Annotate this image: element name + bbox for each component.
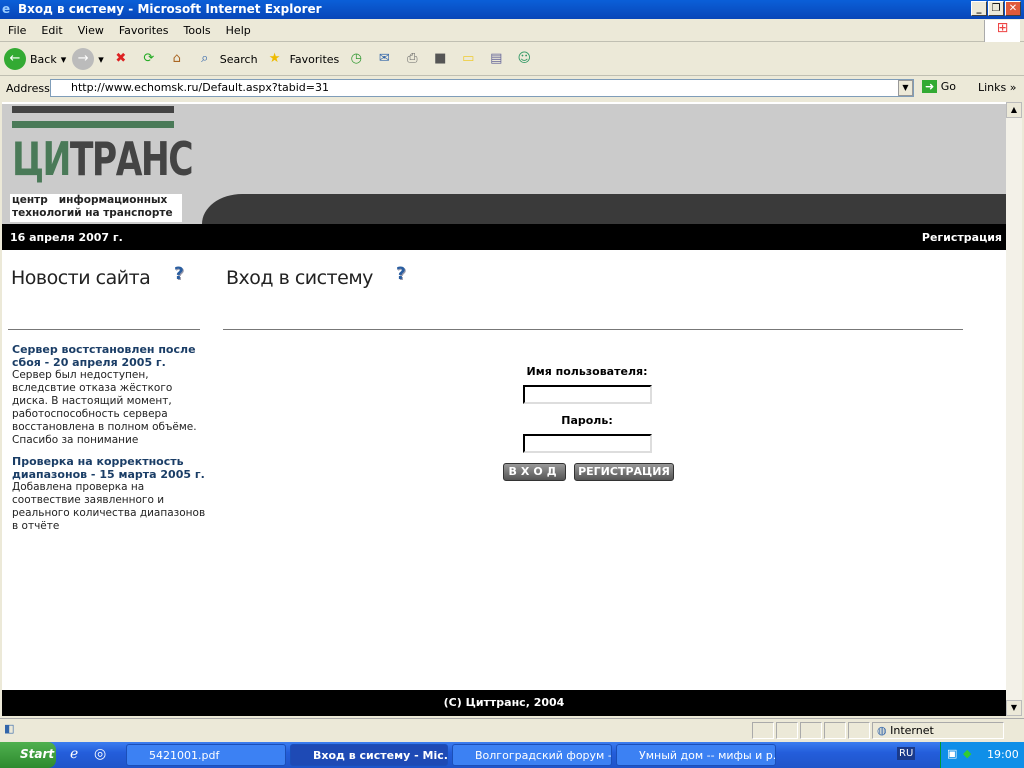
history-icon[interactable]: ◷	[345, 48, 367, 70]
toolbar: ← Back ▾ → ▾ ✖ ⟳ ⌂ ⌕ Search ★ Favorites ◷ ✉ …	[0, 43, 1024, 76]
ie-icon: e	[2, 2, 11, 16]
news-body: Добавлена проверка на соотвествие заявле…	[12, 481, 206, 532]
menu-favorites[interactable]: Favorites	[111, 20, 176, 37]
print-icon[interactable]: ⎙	[401, 48, 423, 70]
news-help-icon[interactable]: ?	[174, 264, 188, 284]
site-logo[interactable]: ЦИТРАНС центр информационных технологий н…	[10, 106, 194, 222]
favorites-label: Favorites	[289, 52, 340, 66]
links-button[interactable]: Links »	[978, 81, 1017, 94]
menu-edit[interactable]: Edit	[33, 20, 69, 37]
system-tray: ▣ ◆ 19:00	[940, 742, 1024, 768]
mail-icon[interactable]: ✉	[373, 48, 395, 70]
date-bar: 16 апреля 2007 г. Регистрация	[2, 224, 1006, 250]
status-bar: ◧ ◍ Internet	[0, 718, 1024, 740]
search-label: Search	[219, 52, 258, 66]
news-divider	[8, 329, 200, 330]
page-icon: ◧	[4, 722, 15, 735]
start-label: Start	[20, 747, 55, 761]
star-icon: ★	[268, 51, 281, 66]
header-swoosh	[202, 194, 1006, 224]
task-label: Вход в систему - Mic...	[313, 749, 448, 762]
address-input[interactable]: http://www.echomsk.ru/Default.aspx?tabid…	[50, 79, 914, 97]
security-zone: Internet	[890, 724, 934, 737]
taskbar: Start ℯ ◎ 5421001.pdf Вход в систему - M…	[0, 742, 1024, 768]
news-item: Проверка на корректность диапазонов - 15…	[12, 455, 207, 533]
login-button[interactable]: ВХОД	[503, 463, 566, 481]
refresh-icon[interactable]: ⟳	[138, 48, 160, 70]
menu-file[interactable]: File	[0, 20, 33, 37]
clock: 19:00	[987, 748, 1019, 761]
forward-button[interactable]: → ▾	[72, 48, 104, 70]
vertical-scrollbar[interactable]: ▲ ▼	[1006, 102, 1022, 716]
globe-icon: ◍	[877, 724, 887, 737]
tray-network-icon[interactable]: ◆	[963, 747, 971, 760]
page-content: ЦИТРАНС центр информационных технологий н…	[2, 102, 1006, 716]
minimize-button[interactable]: _	[971, 1, 987, 16]
tray-icon[interactable]: ▣	[947, 747, 957, 760]
restore-button[interactable]: ❐	[988, 1, 1004, 16]
close-button[interactable]: ✕	[1005, 1, 1021, 16]
address-label: Address	[6, 81, 50, 95]
address-url: http://www.echomsk.ru/Default.aspx?tabid…	[71, 81, 329, 94]
address-bar: Address http://www.echomsk.ru/Default.as…	[0, 77, 1024, 99]
taskbar-item-pdf[interactable]: 5421001.pdf	[126, 744, 286, 766]
search-button[interactable]: ⌕ Search	[194, 48, 258, 70]
windows-logo-icon: ⊞	[984, 20, 1020, 42]
task-label: Волгоградский форум -...	[475, 749, 612, 762]
news-item: Сервер востстановлен после сбоя - 20 апр…	[12, 343, 207, 447]
taskbar-item-smarthome[interactable]: Умный дом -- мифы и р...	[616, 744, 776, 766]
password-label: Пароль:	[561, 414, 613, 427]
ie-quicklaunch-icon[interactable]: ℯ	[70, 746, 78, 762]
address-dropdown[interactable]: ▼	[898, 80, 913, 96]
login-heading: Вход в систему	[226, 267, 373, 289]
news-title[interactable]: Сервер востстановлен после сбоя - 20 апр…	[12, 343, 207, 369]
menu-tools[interactable]: Tools	[176, 20, 218, 37]
back-button[interactable]: ← Back ▾	[4, 48, 66, 70]
scroll-down-button[interactable]: ▼	[1006, 700, 1022, 716]
note-icon[interactable]: ▭	[457, 48, 479, 70]
current-date: 16 апреля 2007 г.	[10, 231, 123, 244]
password-input[interactable]	[523, 434, 652, 453]
stop-icon[interactable]: ✖	[110, 48, 132, 70]
username-label: Имя пользователя:	[526, 365, 648, 378]
site-footer: (C) Циттранс, 2004	[2, 690, 1006, 716]
outlook-quicklaunch-icon[interactable]: ◎	[94, 746, 106, 762]
menu-help[interactable]: Help	[218, 20, 258, 37]
start-button[interactable]: Start	[0, 742, 56, 768]
taskbar-item-login[interactable]: Вход в систему - Mic...	[290, 744, 448, 766]
research-icon[interactable]: ▤	[485, 48, 507, 70]
news-heading: Новости сайта	[11, 267, 151, 289]
back-label: Back	[30, 52, 57, 66]
window-title: Вход в систему - Microsoft Internet Expl…	[18, 2, 322, 16]
login-divider	[223, 329, 963, 330]
forward-arrow-icon: →	[72, 48, 95, 70]
search-icon: ⌕	[201, 51, 209, 66]
register-link[interactable]: Регистрация	[922, 231, 1002, 244]
home-icon[interactable]: ⌂	[166, 48, 188, 70]
back-arrow-icon: ←	[4, 48, 26, 70]
go-label: Go	[940, 80, 956, 93]
title-bar: e Вход в систему - Microsoft Internet Ex…	[0, 0, 1024, 19]
news-title[interactable]: Проверка на корректность диапазонов - 15…	[12, 455, 207, 481]
username-input[interactable]	[523, 385, 652, 404]
task-label: 5421001.pdf	[149, 749, 220, 762]
menu-view[interactable]: View	[70, 20, 111, 37]
register-button[interactable]: РЕГИСТРАЦИЯ	[574, 463, 674, 481]
go-button[interactable]: ➜ Go	[922, 80, 956, 93]
messenger-icon[interactable]: ☺	[513, 48, 535, 70]
news-body: Сервер был недоступен, вследсвтие отказа…	[12, 369, 197, 446]
links-label: Links	[978, 81, 1007, 94]
menu-bar: File Edit View Favorites Tools Help	[0, 20, 1024, 42]
scroll-up-button[interactable]: ▲	[1006, 102, 1022, 118]
language-indicator[interactable]: RU	[897, 747, 916, 760]
favorites-button[interactable]: ★ Favorites	[264, 48, 340, 70]
edit-icon[interactable]: ■	[429, 48, 451, 70]
go-arrow-icon: ➜	[922, 80, 938, 93]
logo-line2: технологий на транспорте	[12, 207, 173, 219]
taskbar-item-forum[interactable]: Волгоградский форум -...	[452, 744, 612, 766]
logo-line1: центр информационных	[12, 194, 168, 206]
task-label: Умный дом -- мифы и р...	[639, 749, 776, 762]
login-help-icon[interactable]: ?	[396, 264, 410, 284]
